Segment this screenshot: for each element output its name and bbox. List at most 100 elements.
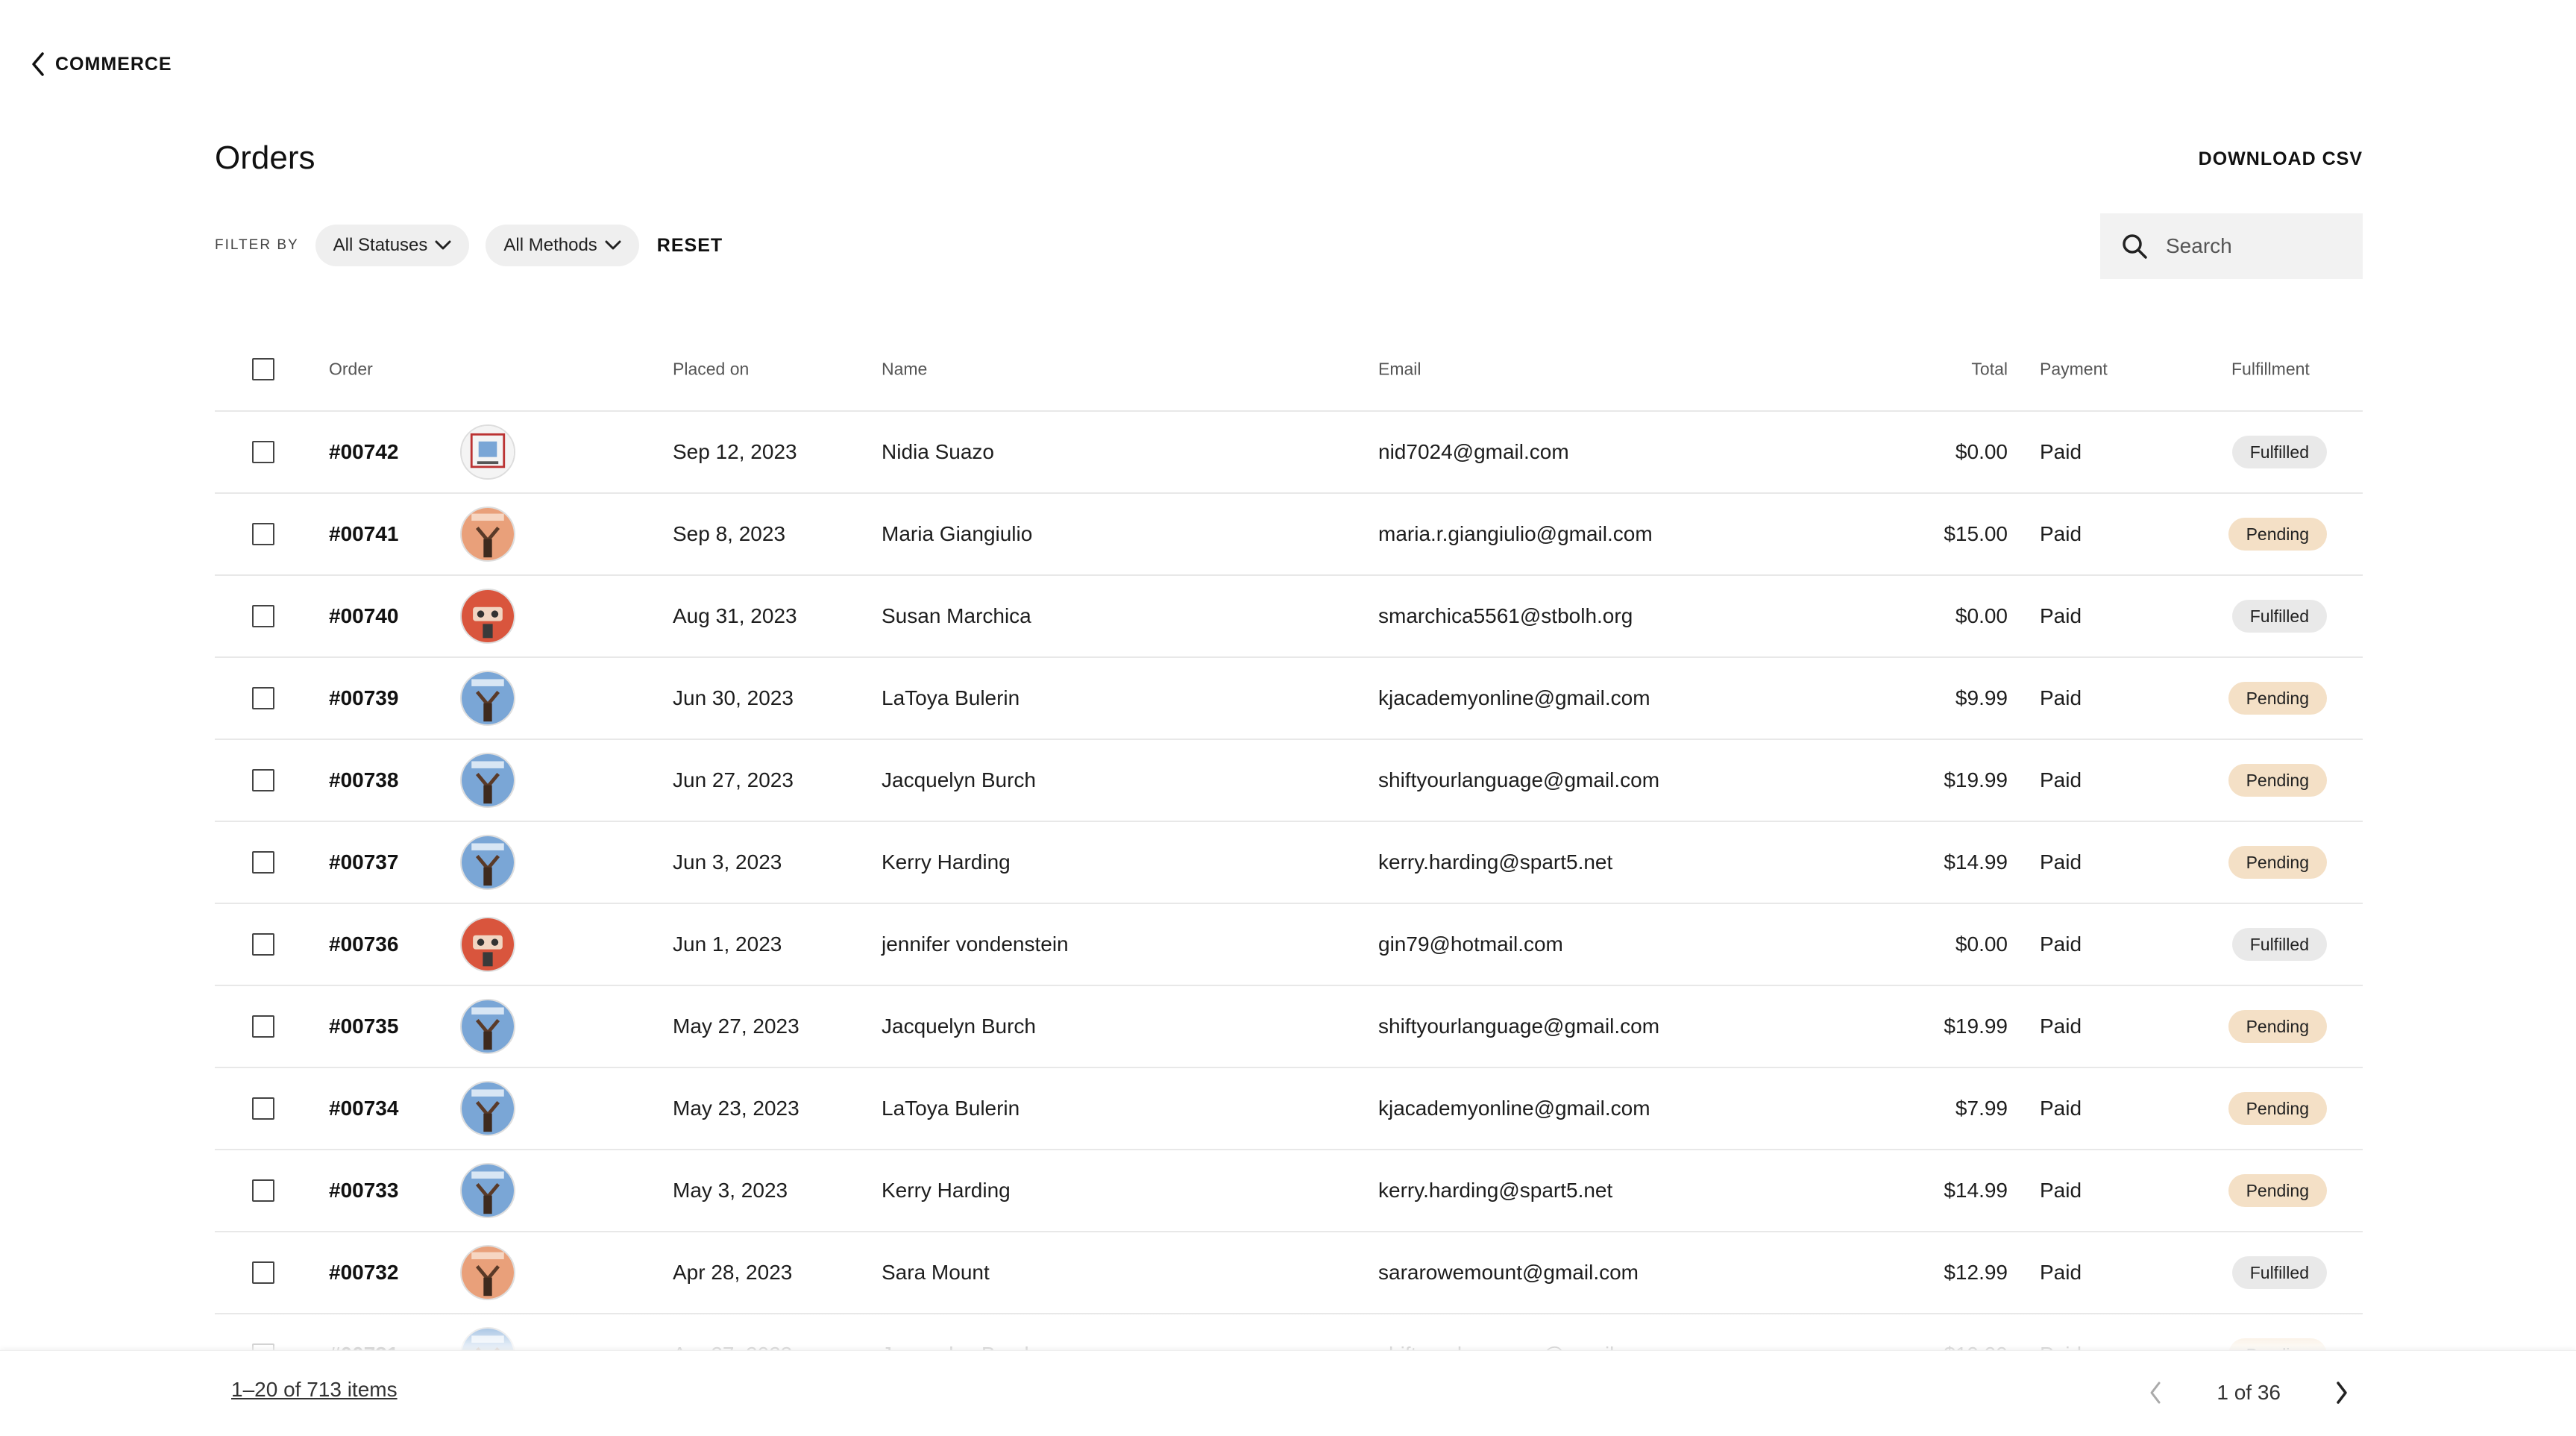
column-header-payment[interactable]: Payment: [2040, 360, 2108, 380]
reset-filters-button[interactable]: RESET: [657, 235, 723, 257]
column-header-total[interactable]: Total: [1971, 360, 2008, 380]
row-select-checkbox[interactable]: [252, 687, 274, 709]
column-header-name[interactable]: Name: [882, 360, 927, 380]
customer-name: jennifer vondenstein: [882, 932, 1069, 956]
customer-email: gin79@hotmail.com: [1378, 932, 1563, 956]
placed-on-date: Jun 3, 2023: [673, 850, 782, 874]
row-select-checkbox[interactable]: [252, 851, 274, 874]
table-row[interactable]: #00734 May 23, 2023 LaToya Bulerin kjacadem…: [215, 1068, 2363, 1150]
customer-email: kerry.harding@spart5.net: [1378, 850, 1613, 874]
product-thumbnail: [460, 1245, 515, 1300]
customer-email: kjacademyonline@gmail.com: [1378, 1097, 1650, 1120]
row-select-checkbox[interactable]: [252, 523, 274, 545]
filter-by-label: FILTER BY: [215, 237, 299, 253]
row-select-checkbox[interactable]: [252, 769, 274, 791]
customer-name: Sara Mount: [882, 1261, 990, 1284]
fulfillment-status-badge: Pending: [2228, 1092, 2327, 1125]
order-total: $0.00: [1955, 440, 2008, 463]
search-icon: [2123, 234, 2147, 259]
order-number-link[interactable]: #00741: [329, 522, 398, 546]
status-filter-value: All Statuses: [333, 235, 428, 255]
placed-on-date: May 27, 2023: [673, 1015, 799, 1038]
next-page-button[interactable]: [2321, 1372, 2363, 1414]
table-row[interactable]: #00742 Sep 12, 2023 Nidia Suazo nid7024@gma…: [215, 412, 2363, 494]
customer-email: shiftyourlanguage@gmail.com: [1378, 1015, 1660, 1038]
table-row[interactable]: #00739 Jun 30, 2023 LaToya Bulerin kjacadem…: [215, 658, 2363, 740]
row-select-checkbox[interactable]: [252, 1097, 274, 1120]
customer-name: LaToya Bulerin: [882, 686, 1020, 709]
row-select-checkbox[interactable]: [252, 605, 274, 627]
order-number-link[interactable]: #00732: [329, 1261, 398, 1285]
order-number-link[interactable]: #00742: [329, 440, 398, 464]
payment-status: Paid: [2040, 440, 2082, 463]
fulfillment-status-badge: Pending: [2228, 764, 2327, 797]
order-number-link[interactable]: #00736: [329, 932, 398, 956]
order-total: $0.00: [1955, 932, 2008, 956]
order-number-link[interactable]: #00740: [329, 604, 398, 628]
method-filter-dropdown[interactable]: All Methods: [486, 225, 639, 266]
table-row[interactable]: #00741 Sep 8, 2023 Maria Giangiulio maria.r…: [215, 494, 2363, 576]
payment-status: Paid: [2040, 1179, 2082, 1202]
table-header-row: Order Placed on Name Email Total Payment…: [215, 328, 2363, 412]
back-link-label: COMMERCE: [55, 53, 172, 75]
row-select-checkbox[interactable]: [252, 1261, 274, 1284]
table-row[interactable]: #00733 May 3, 2023 Kerry Harding kerry.hard…: [215, 1150, 2363, 1232]
back-to-commerce-link[interactable]: COMMERCE: [30, 49, 172, 79]
payment-status: Paid: [2040, 686, 2082, 709]
table-row[interactable]: #00732 Apr 28, 2023 Sara Mount sararowemoun…: [215, 1232, 2363, 1314]
column-header-order[interactable]: Order: [329, 360, 373, 380]
product-thumbnail: [460, 671, 515, 726]
chevron-down-icon: [435, 240, 451, 250]
payment-status: Paid: [2040, 1097, 2082, 1120]
table-row[interactable]: #00740 Aug 31, 2023 Susan Marchica smarchic…: [215, 576, 2363, 658]
placed-on-date: Sep 12, 2023: [673, 440, 797, 463]
order-number-link[interactable]: #00734: [329, 1097, 398, 1120]
row-select-checkbox[interactable]: [252, 933, 274, 956]
column-header-placed-on[interactable]: Placed on: [673, 360, 749, 380]
items-count-link[interactable]: 1–20 of 713 items: [231, 1378, 398, 1402]
previous-page-button[interactable]: [2134, 1372, 2176, 1414]
order-total: $19.99: [1944, 768, 2008, 791]
search-input[interactable]: [2164, 233, 2361, 259]
fulfillment-status-badge: Fulfilled: [2231, 436, 2327, 468]
customer-name: Jacquelyn Burch: [882, 768, 1037, 791]
order-number-link[interactable]: #00739: [329, 686, 398, 710]
chevron-right-icon: [2337, 1382, 2347, 1404]
customer-name: Kerry Harding: [882, 1179, 1011, 1202]
order-total: $12.99: [1944, 1261, 2008, 1284]
table-row[interactable]: #00738 Jun 27, 2023 Jacquelyn Burch shiftyo…: [215, 740, 2363, 822]
payment-status: Paid: [2040, 850, 2082, 874]
payment-status: Paid: [2040, 1015, 2082, 1038]
payment-status: Paid: [2040, 768, 2082, 791]
placed-on-date: Jun 1, 2023: [673, 932, 782, 956]
pagination-footer: 1–20 of 713 items 1 of 36: [0, 1350, 2576, 1436]
order-number-link[interactable]: #00737: [329, 850, 398, 874]
search-box[interactable]: [2100, 213, 2363, 279]
order-total: $9.99: [1955, 686, 2008, 709]
product-thumbnail: [460, 753, 515, 808]
row-select-checkbox[interactable]: [252, 1015, 274, 1038]
table-row[interactable]: #00737 Jun 3, 2023 Kerry Harding kerry.hard…: [215, 822, 2363, 904]
column-header-fulfillment[interactable]: Fulfillment: [2231, 360, 2310, 380]
customer-email: kjacademyonline@gmail.com: [1378, 686, 1650, 709]
status-filter-dropdown[interactable]: All Statuses: [315, 225, 470, 266]
customer-name: Maria Giangiulio: [882, 522, 1033, 545]
customer-name: Nidia Suazo: [882, 440, 994, 463]
fulfillment-status-badge: Pending: [2228, 682, 2327, 715]
row-select-checkbox[interactable]: [252, 441, 274, 463]
order-number-link[interactable]: #00738: [329, 768, 398, 792]
placed-on-date: May 23, 2023: [673, 1097, 799, 1120]
fulfillment-status-badge: Fulfilled: [2231, 928, 2327, 961]
page-title: Orders: [215, 139, 315, 176]
column-header-email[interactable]: Email: [1378, 360, 1421, 380]
payment-status: Paid: [2040, 932, 2082, 956]
order-number-link[interactable]: #00733: [329, 1179, 398, 1203]
table-row[interactable]: #00735 May 27, 2023 Jacquelyn Burch shiftyo…: [215, 986, 2363, 1068]
table-row[interactable]: #00736 Jun 1, 2023 jennifer vondenstein gin…: [215, 904, 2363, 986]
download-csv-button[interactable]: DOWNLOAD CSV: [2199, 146, 2363, 172]
order-number-link[interactable]: #00735: [329, 1015, 398, 1038]
row-select-checkbox[interactable]: [252, 1179, 274, 1202]
chevron-left-icon: [32, 52, 44, 76]
select-all-checkbox[interactable]: [252, 358, 274, 380]
order-total: $14.99: [1944, 1179, 2008, 1202]
